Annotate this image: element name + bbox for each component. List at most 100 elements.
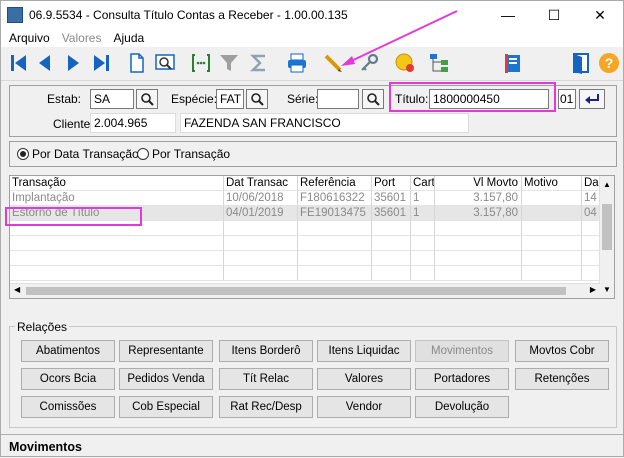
col-motivo[interactable]: Motivo [522, 176, 582, 191]
itens-bordero-button[interactable]: Itens Borderô [219, 340, 313, 362]
vertical-scrollbar[interactable]: ▲ ▼ [599, 176, 614, 298]
menu-arquivo[interactable]: Arquivo [9, 31, 50, 45]
titulo-highlight [389, 82, 556, 112]
col-referencia[interactable]: Referência [298, 176, 372, 191]
cell-vl-movto: 3.157,80 [435, 191, 522, 206]
table-row[interactable] [10, 236, 602, 251]
retencoes-button[interactable]: Retenções [515, 368, 609, 390]
movements-grid: Transação Dat Transac Referência Port Ca… [9, 175, 615, 299]
pedidos-venda-button[interactable]: Pedidos Venda [119, 368, 213, 390]
print-button[interactable] [285, 51, 309, 75]
cell-dat-transac: 04/01/2019 [224, 206, 298, 221]
new-document-button[interactable] [125, 51, 149, 75]
col-dat-transac[interactable]: Dat Transac [224, 176, 298, 191]
sum-icon [249, 54, 265, 72]
zoom-icon [155, 54, 175, 70]
table-row[interactable] [10, 266, 602, 281]
representante-button[interactable]: Representante [119, 340, 213, 362]
scroll-right-icon[interactable]: ▶ [590, 285, 596, 294]
last-record-button[interactable] [89, 51, 113, 75]
book-icon [505, 54, 520, 73]
grid-header: Transação Dat Transac Referência Port Ca… [10, 176, 602, 191]
valores-button[interactable]: Valores [317, 368, 411, 390]
app-icon [7, 7, 23, 23]
go-button[interactable] [579, 89, 605, 109]
especie-field[interactable]: FAT [216, 89, 244, 109]
key-button[interactable] [357, 51, 381, 75]
cob-especial-button[interactable]: Cob Especial [119, 396, 213, 418]
vendor-button[interactable]: Vendor [317, 396, 411, 418]
menu-valores[interactable]: Valores [62, 31, 102, 45]
movimentos-button[interactable]: Movimentos [415, 340, 509, 362]
rat-rec-desp-button[interactable]: Rat Rec/Desp [219, 396, 313, 418]
radio-por-transacao[interactable]: Por Transação [137, 147, 230, 161]
minimize-button[interactable]: — [485, 1, 531, 29]
title-bar: 06.9.5534 - Consulta Título Contas a Rec… [1, 1, 623, 29]
cell-referencia: FE19013475 [298, 206, 372, 221]
table-row[interactable] [10, 251, 602, 266]
radio-por-transacao-label: Por Transação [152, 147, 231, 161]
cell-motivo [522, 191, 582, 206]
serie-field[interactable] [317, 89, 359, 109]
table-row[interactable]: Implantação 10/06/2018 F180616322 35601 … [10, 191, 602, 206]
itens-liquidac-button[interactable]: Itens Liquidac [317, 340, 411, 362]
estab-label: Estab: [47, 92, 82, 106]
cell-cart: 1 [411, 206, 435, 221]
comissoes-button[interactable]: Comissões [21, 396, 115, 418]
prev-record-button[interactable] [33, 51, 57, 75]
col-cart[interactable]: Cart [411, 176, 435, 191]
tree-icon [430, 54, 448, 72]
radio-por-data[interactable]: Por Data Transação [17, 147, 139, 161]
cell-port: 35601 [372, 191, 411, 206]
row-highlight [5, 207, 142, 226]
hscroll-thumb[interactable] [26, 287, 566, 295]
portadores-button[interactable]: Portadores [415, 368, 509, 390]
scroll-down-icon[interactable]: ▼ [603, 285, 611, 294]
print-icon [288, 53, 306, 73]
cell-referencia: F180616322 [298, 191, 372, 206]
goto-button[interactable] [189, 51, 213, 75]
close-button[interactable]: ✕ [577, 1, 623, 29]
scroll-left-icon[interactable]: ◀ [14, 285, 20, 294]
devolucao-button[interactable]: Devolução [415, 396, 509, 418]
serie-search-button[interactable] [362, 89, 384, 109]
app-window: 06.9.5534 - Consulta Título Contas a Rec… [0, 0, 624, 457]
filter-button[interactable] [217, 51, 241, 75]
new-doc-icon [130, 53, 144, 73]
radio-por-data-label: Por Data Transação [32, 147, 139, 161]
book-button[interactable] [501, 51, 525, 75]
cell-port: 35601 [372, 206, 411, 221]
first-record-button[interactable] [7, 51, 31, 75]
coin-button[interactable] [393, 51, 417, 75]
scroll-up-icon[interactable]: ▲ [603, 180, 611, 189]
col-vl-movto[interactable]: Vl Movto [435, 176, 522, 191]
maximize-button[interactable]: ☐ [531, 1, 577, 29]
ocors-bcia-button[interactable]: Ocors Bcia [21, 368, 115, 390]
sum-button[interactable] [247, 51, 271, 75]
estab-search-button[interactable] [136, 89, 158, 109]
horizontal-scrollbar[interactable]: ◀ ▶ [10, 283, 600, 298]
tit-relac-button[interactable]: Tít Relac [219, 368, 313, 390]
menu-ajuda[interactable]: Ajuda [113, 31, 144, 45]
movtos-cobr-button[interactable]: Movtos Cobr [515, 340, 609, 362]
exit-button[interactable] [569, 51, 593, 75]
tree-button[interactable] [427, 51, 451, 75]
pencil-icon [324, 54, 342, 72]
edit-button[interactable] [321, 51, 345, 75]
scroll-thumb[interactable] [602, 204, 612, 250]
help-button[interactable]: ? [597, 51, 621, 75]
col-port[interactable]: Port [372, 176, 411, 191]
next-record-button[interactable] [61, 51, 85, 75]
cliente-label: Cliente: [53, 117, 94, 131]
search-icon [367, 93, 380, 106]
coin-icon [395, 53, 414, 72]
col-transacao[interactable]: Transação [10, 176, 224, 191]
cell-dat-transac: 10/06/2018 [224, 191, 298, 206]
especie-search-button[interactable] [246, 89, 268, 109]
abatimentos-button[interactable]: Abatimentos [21, 340, 115, 362]
estab-field[interactable]: SA [90, 89, 134, 109]
cliente-name-field: FAZENDA SAN FRANCISCO [180, 113, 469, 133]
zoom-button[interactable] [153, 51, 177, 75]
serie-label: Série: [287, 92, 319, 106]
parcela-field[interactable]: 01 [558, 89, 576, 109]
